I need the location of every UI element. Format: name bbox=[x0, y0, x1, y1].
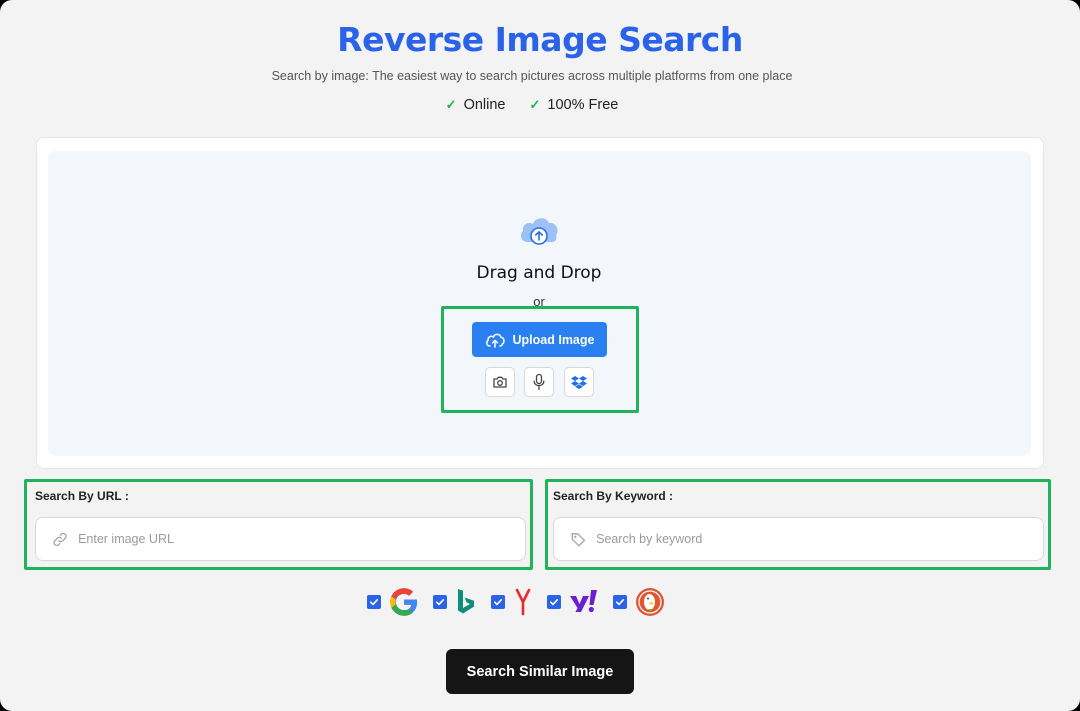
cloud-upload-icon bbox=[485, 333, 505, 348]
duckduckgo-logo bbox=[636, 588, 664, 616]
engine-google[interactable] bbox=[367, 587, 419, 617]
url-search-field[interactable] bbox=[35, 517, 526, 561]
page-title: Reverse Image Search bbox=[337, 20, 743, 59]
engine-checkbox[interactable] bbox=[367, 595, 381, 609]
cloud-upload-icon bbox=[518, 212, 560, 248]
page-subtitle: Search by image: The easiest way to sear… bbox=[271, 69, 793, 83]
engine-yahoo[interactable] bbox=[547, 587, 599, 617]
engine-yandex[interactable] bbox=[491, 587, 533, 617]
checkmark-icon bbox=[436, 599, 445, 606]
search-engines bbox=[367, 586, 679, 618]
bing-logo bbox=[458, 589, 474, 614]
yahoo-logo bbox=[570, 590, 597, 613]
check-icon: ✓ bbox=[529, 97, 541, 112]
feature-badges: ✓ Online ✓ 100% Free bbox=[0, 97, 1064, 113]
yandex-logo bbox=[515, 588, 531, 616]
microphone-icon bbox=[533, 373, 545, 391]
link-icon bbox=[53, 532, 67, 546]
page: Reverse Image Search Search by image: Th… bbox=[0, 0, 1080, 711]
microphone-button[interactable] bbox=[524, 367, 554, 397]
keyword-input[interactable] bbox=[596, 532, 1043, 546]
url-input[interactable] bbox=[78, 532, 525, 546]
upload-image-button[interactable]: Upload Image bbox=[472, 322, 607, 357]
checkmark-icon bbox=[494, 599, 503, 606]
check-icon: ✓ bbox=[445, 97, 457, 112]
badge-free: ✓ 100% Free bbox=[529, 97, 618, 113]
engine-checkbox[interactable] bbox=[613, 595, 627, 609]
checkmark-icon bbox=[370, 599, 379, 606]
engine-checkbox[interactable] bbox=[433, 595, 447, 609]
engine-bing[interactable] bbox=[433, 587, 477, 617]
camera-button[interactable] bbox=[485, 367, 515, 397]
tag-icon bbox=[571, 532, 586, 546]
badge-online: ✓ Online bbox=[446, 97, 506, 113]
keyword-search-label: Search By Keyword : bbox=[553, 489, 674, 503]
url-search-label: Search By URL : bbox=[35, 489, 129, 503]
dropbox-icon bbox=[571, 376, 587, 389]
drag-drop-title: Drag and Drop bbox=[476, 263, 602, 283]
google-logo bbox=[390, 588, 418, 616]
engine-duckduckgo[interactable] bbox=[613, 587, 665, 617]
badge-label: 100% Free bbox=[547, 97, 619, 113]
badge-label: Online bbox=[463, 97, 506, 113]
search-similar-image-button[interactable]: Search Similar Image bbox=[446, 649, 634, 694]
dropbox-button[interactable] bbox=[564, 367, 594, 397]
checkmark-icon bbox=[616, 599, 625, 606]
checkmark-icon bbox=[550, 599, 559, 606]
engine-checkbox[interactable] bbox=[547, 595, 561, 609]
engine-checkbox[interactable] bbox=[491, 595, 505, 609]
keyword-search-field[interactable] bbox=[553, 517, 1044, 561]
camera-icon bbox=[493, 376, 507, 388]
upload-button-label: Upload Image bbox=[512, 332, 595, 347]
